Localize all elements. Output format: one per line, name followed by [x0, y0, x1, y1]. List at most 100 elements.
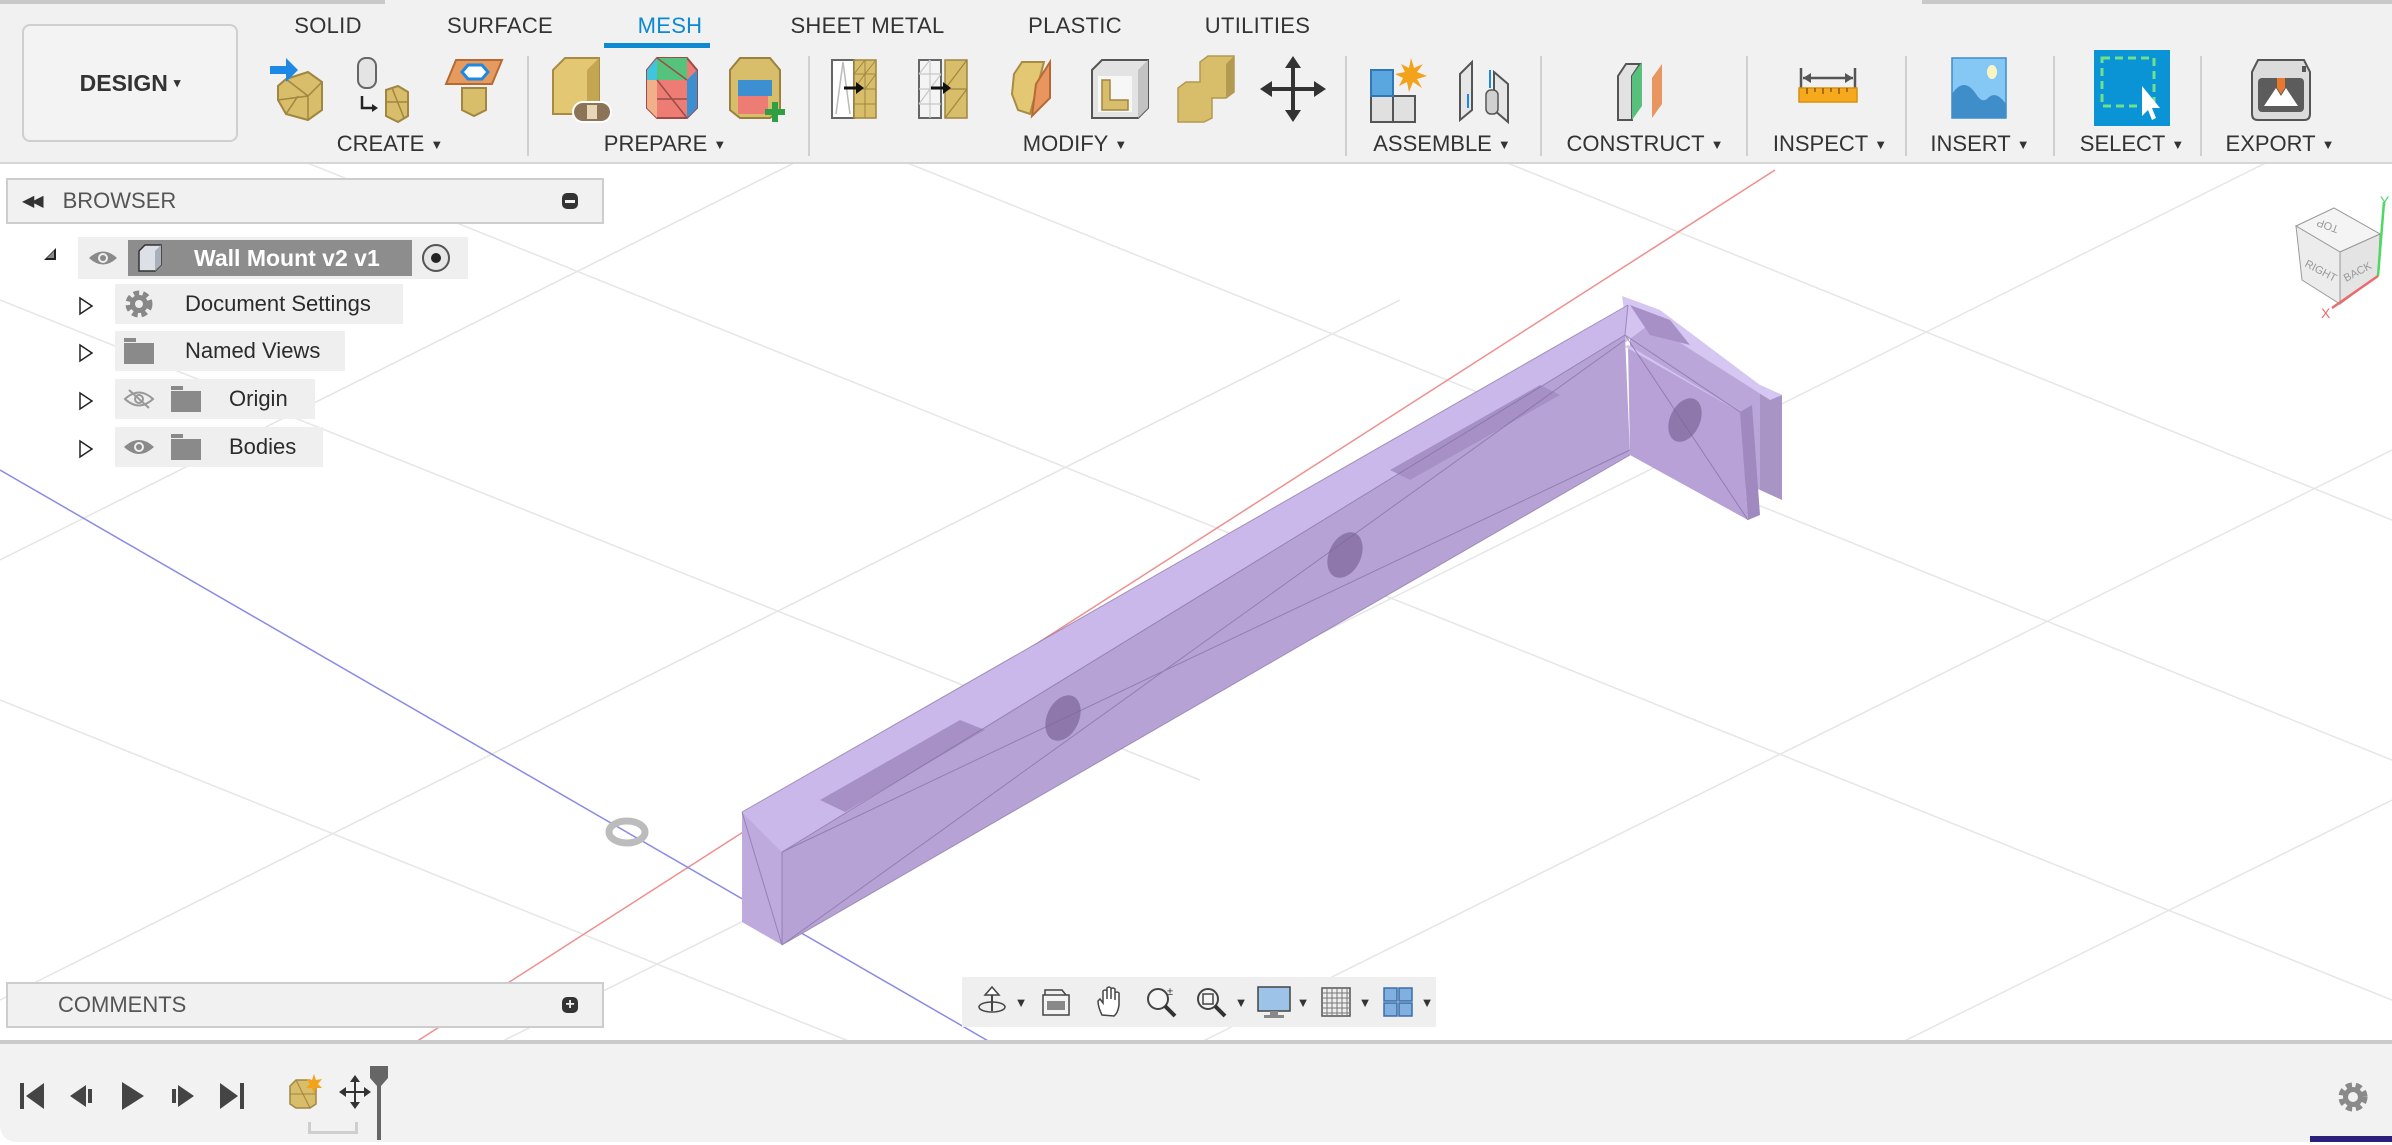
generate-face-groups-icon	[646, 57, 698, 119]
chevron-down-icon[interactable]: ▼	[1232, 995, 1250, 1010]
3d-print-icon	[2251, 59, 2311, 121]
generate-face-groups-button[interactable]	[637, 54, 707, 124]
browser-item-origin[interactable]: Origin	[115, 379, 315, 419]
timeline-feature-mesh[interactable]	[288, 1074, 322, 1110]
tessellate-button[interactable]	[352, 54, 422, 124]
viewcube-icon: TOP RIGHT BACK Y X	[2294, 193, 2390, 321]
eye-hidden-icon[interactable]	[121, 388, 157, 410]
chevron-down-icon[interactable]: ▼	[1356, 995, 1374, 1010]
eye-icon[interactable]	[78, 249, 128, 267]
tab-plastic[interactable]: PLASTIC	[1015, 8, 1135, 44]
joint-button[interactable]	[1450, 54, 1520, 124]
tab-solid[interactable]: SOLID	[278, 8, 378, 44]
comments-panel-header[interactable]: COMMENTS +	[6, 982, 604, 1028]
insert-image-button[interactable]	[1944, 54, 2014, 124]
go-to-start-button[interactable]	[14, 1076, 50, 1116]
component-label-box[interactable]: Wall Mount v2 v1	[128, 240, 412, 276]
3d-print-button[interactable]	[2246, 54, 2316, 124]
expand-toggle[interactable]	[76, 389, 96, 413]
offset-plane-button[interactable]	[1610, 54, 1680, 124]
chevron-down-icon: ▼	[1874, 136, 1888, 152]
insert-mesh-button[interactable]	[268, 54, 338, 124]
create-menu[interactable]: CREATE ▼	[300, 128, 480, 160]
window-strip	[0, 0, 385, 4]
tab-utilities[interactable]: UTILITIES	[1190, 8, 1325, 44]
add-comment-icon[interactable]: +	[562, 997, 578, 1013]
activate-radio[interactable]	[422, 244, 450, 272]
skip-start-icon	[20, 1083, 44, 1109]
zoom-icon[interactable]: ±	[1142, 982, 1182, 1022]
collapse-toggle[interactable]	[40, 244, 62, 268]
tab-sheet-metal[interactable]: SHEET METAL	[780, 8, 955, 44]
combine-face-groups-button[interactable]	[720, 54, 790, 124]
modify-menu[interactable]: MODIFY ▼	[985, 128, 1165, 160]
orbit-icon[interactable]	[972, 982, 1012, 1022]
eye-icon[interactable]	[121, 437, 157, 457]
browser-item-bodies[interactable]: Bodies	[115, 427, 323, 467]
remesh-button[interactable]	[828, 54, 898, 124]
tab-mesh[interactable]: MESH	[610, 8, 730, 44]
reduce-button[interactable]	[915, 54, 985, 124]
combine-button[interactable]	[1172, 54, 1242, 124]
viewports-icon[interactable]	[1378, 982, 1418, 1022]
step-forward-button[interactable]	[164, 1076, 200, 1116]
measure-icon	[1798, 68, 1858, 103]
joint-icon	[1459, 59, 1509, 124]
construct-menu[interactable]: CONSTRUCT ▼	[1555, 128, 1735, 160]
expand-toggle[interactable]	[76, 437, 96, 461]
construct-label: CONSTRUCT	[1566, 131, 1705, 156]
look-at-icon[interactable]	[1036, 982, 1076, 1022]
expand-toggle[interactable]	[76, 341, 96, 365]
minimize-icon[interactable]	[562, 193, 578, 209]
repair-button[interactable]	[545, 54, 615, 124]
chevron-down-icon[interactable]: ▼	[1294, 995, 1312, 1010]
chevron-down-icon: ▾	[173, 75, 181, 90]
chevron-down-icon: ▼	[430, 136, 444, 152]
chevron-down-icon: ▼	[1497, 136, 1511, 152]
browser-item-named-views[interactable]: Named Views	[115, 331, 345, 371]
display-settings-icon[interactable]	[1254, 982, 1294, 1022]
browser-root-row[interactable]: Wall Mount v2 v1	[78, 237, 468, 279]
grid-icon[interactable]	[1316, 982, 1356, 1022]
create-face-group-button[interactable]	[440, 54, 510, 124]
go-to-end-button[interactable]	[214, 1076, 250, 1116]
workspace-switcher[interactable]: DESIGN ▾	[22, 24, 238, 142]
move-feature-icon	[339, 1075, 371, 1109]
reduce-icon	[918, 59, 968, 119]
gear-icon	[121, 288, 157, 320]
fit-icon[interactable]	[1192, 982, 1232, 1022]
browser-panel-header[interactable]: ◀◀ BROWSER	[6, 178, 604, 224]
expand-triangle-icon	[79, 391, 94, 411]
chevron-down-icon[interactable]: ▼	[1012, 995, 1030, 1010]
move-copy-button[interactable]	[1258, 54, 1328, 124]
chevron-down-icon[interactable]: ▼	[1418, 995, 1436, 1010]
play-button[interactable]	[114, 1076, 150, 1116]
export-menu[interactable]: EXPORT ▼	[2190, 128, 2370, 160]
timeline-marker[interactable]	[368, 1064, 390, 1140]
browser-item-document-settings[interactable]: Document Settings	[115, 284, 403, 324]
timeline-settings-button[interactable]	[2336, 1080, 2370, 1114]
select-label: SELECT	[2079, 131, 2166, 156]
prepare-menu[interactable]: PREPARE ▼	[575, 128, 755, 160]
measure-button[interactable]	[1793, 54, 1863, 124]
new-component-button[interactable]	[1365, 54, 1435, 124]
step-back-button[interactable]	[64, 1076, 100, 1116]
svg-text:±: ±	[1167, 986, 1173, 998]
viewcube[interactable]: TOP RIGHT BACK Y X	[2260, 186, 2392, 326]
plane-cut-button[interactable]	[1000, 54, 1070, 124]
mesh-body-wall-mount[interactable]	[741, 296, 1782, 946]
combine-icon	[1177, 55, 1235, 123]
expand-toggle[interactable]	[76, 294, 96, 318]
timeline-feature-move[interactable]	[338, 1074, 372, 1110]
item-label: Document Settings	[185, 291, 371, 316]
plane-cut-icon	[1010, 58, 1051, 119]
shell-button[interactable]	[1086, 54, 1156, 124]
pan-icon[interactable]	[1090, 982, 1130, 1022]
assemble-menu[interactable]: ASSEMBLE ▼	[1352, 128, 1532, 160]
move-copy-icon	[1260, 56, 1326, 122]
modify-label: MODIFY	[1022, 131, 1109, 156]
collapse-panel-icon[interactable]: ◀◀	[22, 191, 44, 211]
tab-surface[interactable]: SURFACE	[430, 8, 570, 44]
window-select-button[interactable]	[2094, 50, 2170, 126]
folder-icon	[121, 337, 157, 365]
